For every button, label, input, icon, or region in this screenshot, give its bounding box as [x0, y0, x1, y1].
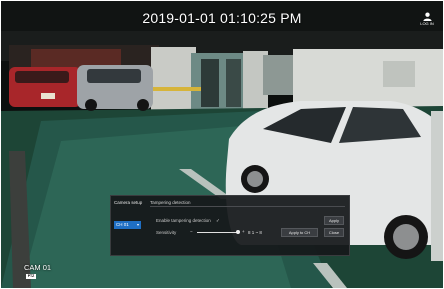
sensitivity-slider[interactable] [197, 230, 240, 234]
camera-channel-select[interactable]: CH 01 ▾ [114, 221, 141, 229]
user-icon [422, 12, 432, 21]
minus-icon[interactable]: − [190, 229, 193, 234]
plus-icon[interactable]: + [242, 229, 245, 234]
sensitivity-readout: 8 1 ~ 8 [248, 230, 262, 235]
camera-channel-value: CH 01 [116, 222, 129, 227]
apply-to-ch-button[interactable]: Apply to CH [281, 228, 318, 237]
enable-tampering-label: Enable tampering detection [156, 218, 211, 223]
checkbox-icon: ✓ [216, 218, 220, 223]
section-divider [150, 206, 345, 207]
close-button[interactable]: Close [324, 228, 344, 237]
sensitivity-value: 8 [248, 230, 251, 235]
sensitivity-label: Sensitivity [156, 230, 177, 235]
apply-button[interactable]: Apply [324, 216, 344, 225]
tampering-detection-dialog: Camera setup CH 01 ▾ Tampering detection… [110, 195, 350, 256]
enable-tampering-checkbox[interactable]: ✓ [216, 218, 220, 224]
section-title: Tampering detection [150, 200, 191, 205]
ptz-badge: PTZ [26, 274, 36, 279]
camera-name-label: CAM 01 [24, 263, 52, 272]
timestamp-overlay: 2019-01-01 01:10:25 PM [142, 10, 302, 26]
camera-live-view: 2019-01-01 01:10:25 PM LOG IN Camera set… [1, 1, 443, 288]
sensitivity-range: 1 ~ 8 [251, 230, 262, 235]
sensitivity-slider-fill [197, 232, 238, 233]
user-login-label: LOG IN [420, 21, 434, 26]
sensitivity-slider-thumb[interactable] [236, 230, 240, 234]
user-login-button[interactable]: LOG IN [419, 12, 435, 30]
dialog-sidebar-title: Camera setup [114, 200, 142, 206]
dropdown-arrow-icon: ▾ [136, 222, 139, 227]
camera-setup-label: Camera setup [114, 200, 143, 205]
